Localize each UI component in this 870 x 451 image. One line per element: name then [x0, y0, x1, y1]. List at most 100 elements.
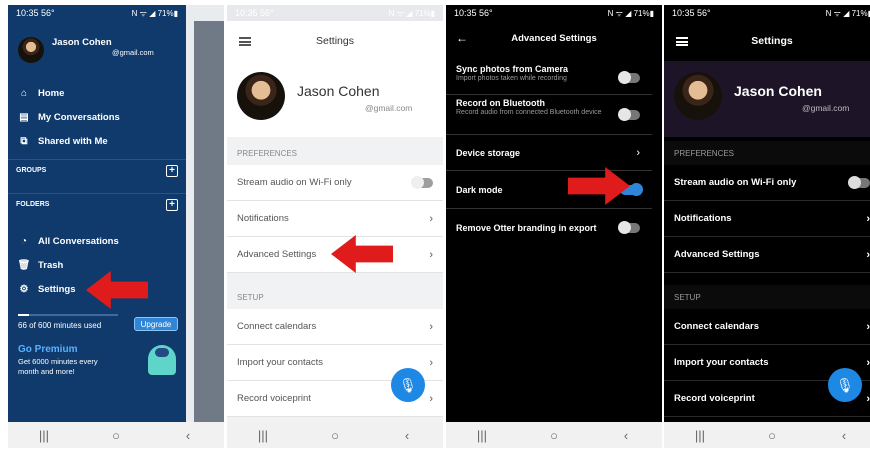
chevron-right-icon: › [866, 320, 870, 333]
add-group-icon[interactable]: + [166, 164, 178, 177]
home-button[interactable]: ○ [752, 428, 792, 443]
usage-text: 66 of 600 minutes used [18, 321, 102, 330]
chevron-right-icon: › [429, 392, 433, 405]
record-fab-button[interactable]: 🎙 [828, 368, 862, 402]
drawer-item-home[interactable]: ⌂ Home [18, 87, 64, 99]
groups-section: GROUPS + [8, 159, 186, 181]
navigation-drawer: 10:35 56° N ᯤ ◢ 71%▮ Jason Cohen @gmail.… [8, 5, 186, 422]
groups-label: GROUPS [16, 167, 47, 174]
home-icon: ⌂ [20, 87, 28, 99]
drawer-item-label: All Conversations [38, 235, 119, 247]
back-button[interactable]: ‹ [387, 428, 427, 443]
drawer-item-label: Shared with Me [38, 135, 108, 147]
advanced-settings-label: Advanced Settings [674, 249, 760, 260]
page-title: Advanced Settings [511, 32, 597, 44]
drawer-item-label: Settings [38, 283, 76, 295]
preferences-header: PREFERENCES [237, 148, 298, 158]
record-voiceprint-label: Record voiceprint [674, 393, 755, 404]
drawer-item-trash[interactable]: 🗑 Trash [18, 259, 64, 271]
go-premium-text: Get 6000 minutes every month and more! [18, 357, 98, 376]
device-storage-row[interactable]: Device storage › [446, 135, 652, 171]
import-contacts-label: Import your contacts [237, 357, 324, 368]
notifications-label: Notifications [237, 213, 289, 224]
drawer-item-shared-with-me[interactable]: ⧉ Shared with Me [18, 135, 108, 147]
microphone-icon: 🎙 [836, 376, 854, 393]
add-folder-icon[interactable]: + [166, 198, 178, 211]
remove-branding-row[interactable]: Remove Otter branding in export [446, 209, 652, 247]
status-icons: N ᯤ ◢ 71%▮ [825, 8, 870, 18]
connect-calendars-row[interactable]: Connect calendars › [664, 309, 870, 345]
record-bluetooth-label: Record on Bluetooth [456, 98, 545, 108]
device-storage-label: Device storage [456, 147, 521, 158]
chevron-right-icon: › [866, 392, 870, 405]
drawer-user-email: @gmail.com [112, 48, 154, 57]
recents-button[interactable]: ||| [680, 428, 720, 443]
go-premium-title[interactable]: Go Premium [18, 344, 77, 355]
record-bluetooth-toggle[interactable] [618, 107, 640, 121]
back-button[interactable]: ‹ [824, 428, 864, 443]
status-bar: 10:35 56° N ᯤ ◢ 71%▮ [227, 5, 443, 21]
status-bar: 10:35 56° N ᯤ ◢ 71%▮ [8, 5, 186, 21]
status-icons: N ᯤ ◢ 71%▮ [388, 8, 435, 18]
chevron-right-icon: › [866, 356, 870, 369]
android-nav-bar: ||| ○ ‹ [227, 422, 443, 448]
remove-branding-toggle[interactable] [618, 221, 640, 234]
profile-name: Jason Cohen [297, 83, 380, 99]
shared-icon: ⧉ [20, 135, 28, 147]
setup-header: SETUP [237, 292, 264, 302]
chevron-right-icon: › [429, 356, 433, 369]
home-button[interactable]: ○ [96, 428, 136, 443]
usage-progress-fill [18, 314, 29, 316]
drawer-item-settings[interactable]: ⚙ Settings [18, 283, 76, 295]
chevron-right-icon: › [866, 212, 870, 225]
page-title: Settings [316, 35, 354, 47]
status-icons: N ᯤ ◢ 71%▮ [131, 8, 178, 18]
stream-audio-label: Stream audio on Wi-Fi only [237, 177, 352, 188]
dark-mode-label: Dark mode [456, 184, 503, 195]
import-contacts-label: Import your contacts [674, 357, 769, 368]
menu-icon[interactable] [239, 36, 251, 46]
drawer-item-all-conversations[interactable]: ◔ All Conversations [18, 235, 119, 247]
record-fab-button[interactable]: 🎙 [391, 368, 425, 402]
notifications-row[interactable]: Notifications › [227, 201, 443, 237]
notifications-row[interactable]: Notifications › [664, 201, 870, 237]
drawer-item-label: Home [38, 87, 65, 99]
remove-branding-label: Remove Otter branding in export [456, 223, 597, 233]
chevron-right-icon: › [429, 212, 433, 225]
android-nav-bar: ||| ○ ‹ [446, 422, 662, 448]
record-bluetooth-sublabel: Record audio from connected Bluetooth de… [456, 109, 602, 116]
home-button[interactable]: ○ [315, 428, 355, 443]
microphone-icon: 🎙 [399, 376, 417, 393]
menu-icon[interactable] [676, 36, 688, 46]
stream-audio-toggle[interactable] [411, 175, 433, 189]
connect-calendars-row[interactable]: Connect calendars › [227, 309, 443, 345]
back-arrow-icon[interactable]: ← [456, 31, 468, 45]
back-button[interactable]: ‹ [606, 428, 646, 443]
chevron-right-icon: › [636, 146, 640, 159]
back-button[interactable]: ‹ [168, 428, 208, 443]
upgrade-button[interactable]: Upgrade [134, 317, 178, 331]
status-icons: N ᯤ ◢ 71%▮ [607, 8, 654, 18]
avatar[interactable] [674, 72, 722, 120]
setup-header: SETUP [664, 285, 870, 309]
advanced-settings-row[interactable]: Advanced Settings › [664, 237, 870, 273]
recents-button[interactable]: ||| [243, 428, 283, 443]
drawer-item-my-conversations[interactable]: ▤ My Conversations [18, 111, 120, 123]
stream-audio-row[interactable]: Stream audio on Wi-Fi only [664, 165, 870, 201]
recents-button[interactable]: ||| [24, 428, 64, 443]
chevron-right-icon: › [429, 320, 433, 333]
sync-photos-toggle[interactable] [618, 70, 640, 84]
home-button[interactable]: ○ [534, 428, 574, 443]
drawer-item-label: Trash [38, 259, 64, 271]
chevron-right-icon: › [866, 248, 870, 261]
avatar[interactable] [18, 37, 44, 63]
stream-audio-row[interactable]: Stream audio on Wi-Fi only [227, 165, 443, 201]
drawer-user-name: Jason Cohen [52, 37, 112, 48]
sync-photos-row[interactable]: Sync photos from Camera Import photos ta… [446, 61, 652, 95]
recents-button[interactable]: ||| [462, 428, 502, 443]
avatar[interactable] [237, 72, 285, 120]
stream-audio-toggle[interactable] [848, 175, 870, 189]
profile-email: @gmail.com [365, 103, 413, 113]
profile-email: @gmail.com [802, 103, 850, 113]
record-bluetooth-row[interactable]: Record on Bluetooth Record audio from co… [446, 95, 652, 135]
